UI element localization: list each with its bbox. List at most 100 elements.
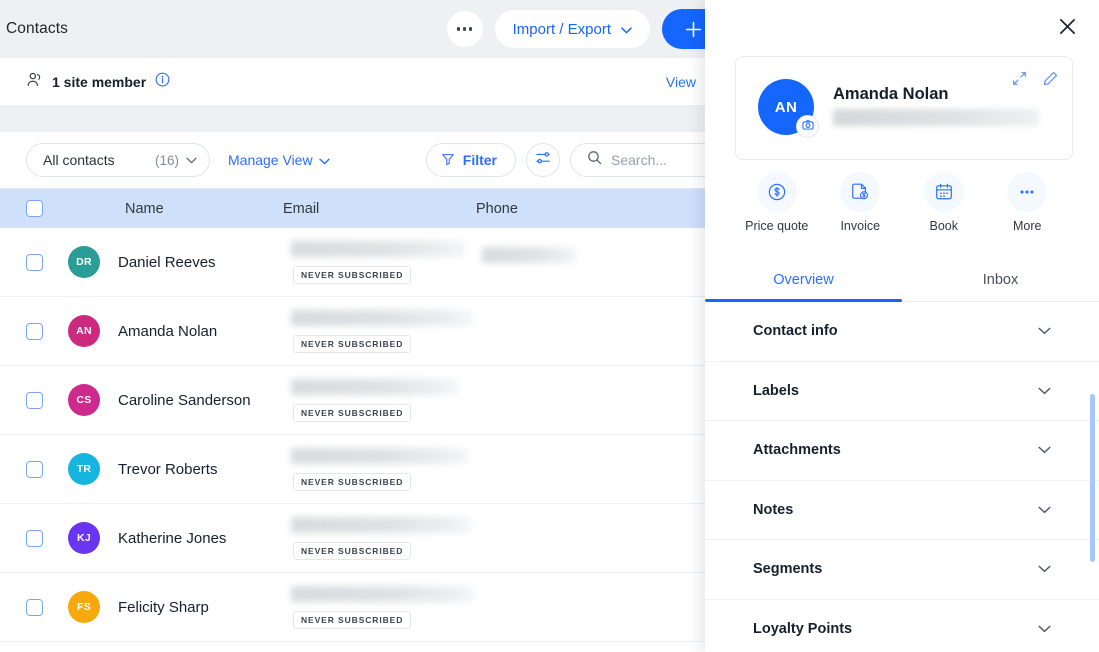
contact-phone-cell (476, 573, 666, 642)
search-box[interactable] (570, 143, 710, 177)
contact-name-cell: AN Amanda Nolan (68, 315, 283, 347)
section-labels[interactable]: Labels (705, 361, 1099, 421)
import-export-button[interactable]: Import / Export (494, 10, 650, 48)
quick-action-label: Invoice (840, 219, 881, 233)
subscription-status-badge: NEVER SUBSCRIBED (293, 334, 412, 353)
avatar-wrapper: AN (758, 79, 819, 138)
contact-email-cell: NEVER SUBSCRIBED (283, 228, 476, 297)
table-row[interactable]: KJ Katherine Jones NEVER SUBSCRIBED (0, 504, 710, 573)
section-loyalty-points[interactable]: Loyalty Points (705, 599, 1099, 652)
expand-icon[interactable] (1012, 71, 1027, 91)
panel-tabs: Overview Inbox (705, 258, 1099, 302)
contact-details-panel: AN Amanda Nolan Price quote Invoice Book… (705, 0, 1099, 652)
row-checkbox[interactable] (25, 460, 43, 478)
row-select-cell (0, 598, 68, 616)
avatar: CS (68, 384, 100, 416)
email-redacted (291, 516, 471, 533)
site-member-info: 1 site member (26, 71, 170, 93)
top-bar-actions: Import / Export (446, 0, 710, 58)
email-redacted (291, 447, 469, 464)
contact-phone-cell (476, 366, 666, 435)
tab-overview[interactable]: Overview (705, 258, 902, 302)
manage-view-button[interactable]: Manage View (228, 152, 330, 168)
contact-phone-cell (476, 297, 666, 366)
row-checkbox[interactable] (25, 253, 43, 271)
import-export-label: Import / Export (512, 20, 611, 38)
search-input[interactable] (611, 152, 710, 168)
section-divider-band (0, 106, 710, 132)
close-panel-button[interactable] (1051, 12, 1083, 44)
quick-action-label: Book (929, 219, 959, 233)
row-checkbox[interactable] (25, 322, 43, 340)
table-row[interactable]: DR Daniel Reeves NEVER SUBSCRIBED (0, 228, 710, 297)
row-select-cell (0, 460, 68, 478)
row-checkbox[interactable] (25, 598, 43, 616)
toolbar-right-group: Filter (425, 143, 710, 177)
filter-label: Filter (462, 152, 497, 168)
table-row[interactable]: CS Caroline Sanderson NEVER SUBSCRIBED (0, 366, 710, 435)
section-attachments[interactable]: Attachments (705, 421, 1099, 481)
chevron-down-icon (1038, 501, 1051, 519)
info-icon[interactable] (155, 72, 170, 92)
subscription-status-badge: NEVER SUBSCRIBED (293, 610, 412, 629)
chevron-down-icon (1038, 560, 1051, 578)
contacts-toolbar: All contacts (16) Manage View Filter Sea… (0, 132, 710, 188)
view-members-link[interactable]: View (666, 74, 696, 90)
add-contact-button[interactable] (662, 9, 710, 49)
section-notes[interactable]: Notes (705, 480, 1099, 540)
change-photo-button[interactable] (796, 115, 819, 138)
filter-button[interactable]: Filter (425, 143, 516, 177)
contacts-page: Contacts Import / Export 1 site member V… (0, 0, 1099, 652)
column-header-name: Name (125, 200, 164, 217)
members-icon (26, 71, 43, 93)
panel-sections: Contact info Labels Attachments Notes Segmen… (705, 302, 1099, 652)
view-selector[interactable]: All contacts (16) (26, 143, 210, 177)
select-all-cell (0, 200, 68, 217)
avatar: TR (68, 453, 100, 485)
manage-view-label: Manage View (228, 152, 313, 168)
display-settings-button[interactable] (526, 143, 560, 177)
dollar-circle-icon (756, 172, 797, 212)
email-redacted (291, 240, 466, 257)
edit-icon[interactable] (1043, 71, 1058, 91)
avatar: DR (68, 246, 100, 278)
close-icon (1059, 18, 1076, 38)
quick-action-invoice[interactable]: Invoice (822, 172, 898, 233)
table-row[interactable]: TR Trevor Roberts NEVER SUBSCRIBED (0, 435, 710, 504)
more-options-button[interactable] (446, 11, 483, 47)
invoice-icon (840, 172, 881, 212)
contact-email-cell: NEVER SUBSCRIBED (283, 435, 476, 504)
section-contact-info[interactable]: Contact info (705, 302, 1099, 362)
section-title: Loyalty Points (753, 620, 853, 637)
plus-icon (685, 21, 702, 38)
tab-inbox[interactable]: Inbox (902, 258, 1099, 301)
email-redacted (291, 585, 475, 602)
panel-scrollbar[interactable] (1090, 394, 1095, 562)
table-row[interactable]: AN Amanda Nolan NEVER SUBSCRIBED (0, 297, 710, 366)
section-segments[interactable]: Segments (705, 540, 1099, 600)
select-all-checkbox[interactable] (25, 200, 43, 217)
contact-phone-cell (476, 228, 666, 297)
table-row[interactable]: FS Felicity Sharp NEVER SUBSCRIBED (0, 573, 710, 642)
avatar: FS (68, 591, 100, 623)
top-bar: Contacts Import / Export (0, 0, 710, 58)
contact-name: Felicity Sharp (118, 598, 209, 616)
calendar-icon (923, 172, 964, 212)
section-title: Labels (753, 382, 799, 399)
quick-action-price-quote[interactable]: Price quote (739, 172, 815, 233)
quick-actions: Price quote Invoice Book More (705, 172, 1099, 233)
email-redacted (291, 309, 473, 326)
quick-action-more[interactable]: More (989, 172, 1065, 233)
view-selector-label: All contacts (43, 152, 115, 168)
row-checkbox[interactable] (25, 391, 43, 409)
row-checkbox[interactable] (25, 529, 43, 547)
column-header-email: Email (283, 200, 320, 217)
site-member-count: 1 site member (52, 73, 147, 90)
section-title: Contact info (753, 323, 838, 340)
row-select-cell (0, 253, 68, 271)
quick-action-book[interactable]: Book (906, 172, 982, 233)
column-header-phone: Phone (476, 200, 518, 217)
page-title: Contacts (6, 20, 68, 37)
card-action-icons (1012, 71, 1058, 91)
contact-email-cell: NEVER SUBSCRIBED (283, 504, 476, 573)
